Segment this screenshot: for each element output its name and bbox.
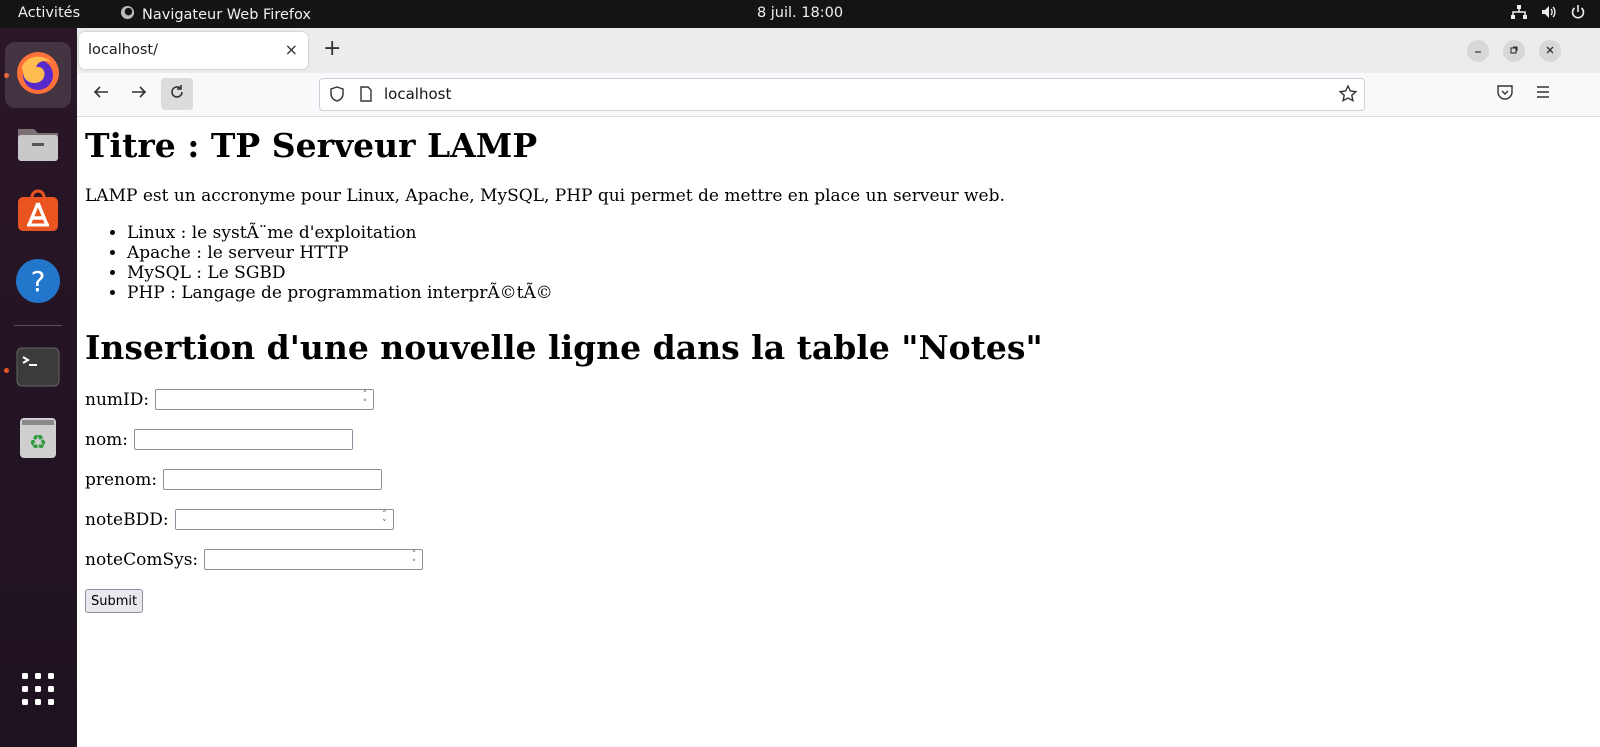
notebdd-row: noteBDD: ˄ ˅ [85,509,394,530]
notebdd-input[interactable]: ˄ ˅ [174,509,394,530]
bookmark-star-icon[interactable] [1338,84,1358,108]
svg-text:♻: ♻ [29,430,47,454]
volume-icon[interactable] [1540,4,1558,20]
close-window-button[interactable] [1539,40,1561,62]
notebdd-label: noteBDD: [85,509,169,530]
list-item: PHP : Langage de programmation interprÃ©… [127,283,553,303]
minimize-icon [1473,44,1483,58]
arrow-right-icon [130,84,148,104]
firefox-icon [14,49,62,101]
maximize-button[interactable] [1503,40,1525,62]
network-icon[interactable] [1510,4,1528,20]
reload-icon [168,83,186,105]
tab-close-icon[interactable]: × [285,40,298,59]
prenom-row: prenom: [85,469,383,490]
dock-firefox[interactable] [5,42,71,108]
url-text[interactable]: localhost [384,85,451,103]
shield-icon[interactable] [328,85,346,107]
close-icon [1545,44,1555,58]
intro-paragraph: LAMP est un accronyme pour Linux, Apache… [85,186,1005,206]
hamburger-menu-icon[interactable] [1534,83,1552,105]
prenom-label: prenom: [85,469,158,490]
new-tab-button[interactable]: + [323,37,341,61]
tab-bar: localhost/ × + [77,28,1600,73]
spinner-icon[interactable]: ˄ ˅ [363,391,368,409]
list-item: Linux : le systÃ¨me d'exploitation [127,223,553,243]
page-title: Titre : TP Serveur LAMP [85,126,538,165]
app-name: Navigateur Web Firefox [142,6,312,23]
top-bar: Activités Navigateur Web Firefox 8 juil.… [0,0,1600,28]
list-item: Apache : le serveur HTTP [127,243,553,263]
firefox-small-icon [120,5,135,24]
list-item: MySQL : Le SGBD [127,263,553,283]
dock-help[interactable]: ? [5,250,71,316]
reload-button[interactable] [161,78,193,110]
notecomsys-row: noteComSys: ˄ ˅ [85,549,424,570]
dock-software[interactable] [5,180,71,246]
dock: ? ♻ [0,28,77,747]
dock-files[interactable] [5,112,71,178]
files-icon [14,119,62,171]
help-icon: ? [14,257,62,309]
arrow-left-icon [92,84,110,104]
pocket-icon[interactable] [1496,83,1514,105]
dock-terminal[interactable] [5,336,71,402]
terminal-icon [14,343,62,395]
back-button[interactable] [85,78,117,110]
form-title: Insertion d'une nouvelle ligne dans la t… [85,328,1043,367]
firefox-window: localhost/ × + localhost Titre: TP Serv… [77,28,1600,747]
restore-icon [1509,44,1519,58]
app-menu[interactable]: Navigateur Web Firefox [120,5,311,24]
minimize-button[interactable] [1467,40,1489,62]
software-icon [14,187,62,239]
clock[interactable]: 8 juil. 18:00 [757,5,843,21]
svg-text:?: ? [31,265,46,298]
submit-button[interactable]: Submit [85,589,144,613]
spinner-icon[interactable]: ˄ ˅ [412,551,417,569]
trash-icon: ♻ [14,413,62,465]
power-icon[interactable] [1570,4,1586,20]
url-bar[interactable]: localhost [319,78,1365,111]
spinner-icon[interactable]: ˄ ˅ [382,511,387,529]
nom-row: nom: [85,429,354,450]
lamp-list: Linux : le systÃ¨me d'exploitation Apach… [85,223,553,303]
forward-button[interactable] [123,78,155,110]
activities-button[interactable]: Activités [18,5,80,21]
page-icon[interactable] [358,85,374,107]
dock-separator [14,325,62,326]
dock-app-grid[interactable] [5,658,71,724]
web-page: Titre : TP Serveur LAMP LAMP est un accr… [77,117,1600,747]
numid-row: numID: ˄ ˅ [85,389,375,410]
numid-label: numID: [85,389,150,410]
notecomsys-label: noteComSys: [85,549,199,570]
tab-title: localhost/ [88,42,158,58]
app-grid-icon [20,671,56,711]
numid-input[interactable]: ˄ ˅ [155,389,375,410]
prenom-input[interactable] [163,469,383,490]
notecomsys-input[interactable]: ˄ ˅ [204,549,424,570]
nom-label: nom: [85,429,129,450]
tab-localhost[interactable]: localhost/ × [79,32,308,69]
dock-trash[interactable]: ♻ [5,406,71,472]
nom-input[interactable] [134,429,354,450]
navigation-toolbar: localhost [77,73,1600,117]
system-tray[interactable] [1510,4,1586,20]
